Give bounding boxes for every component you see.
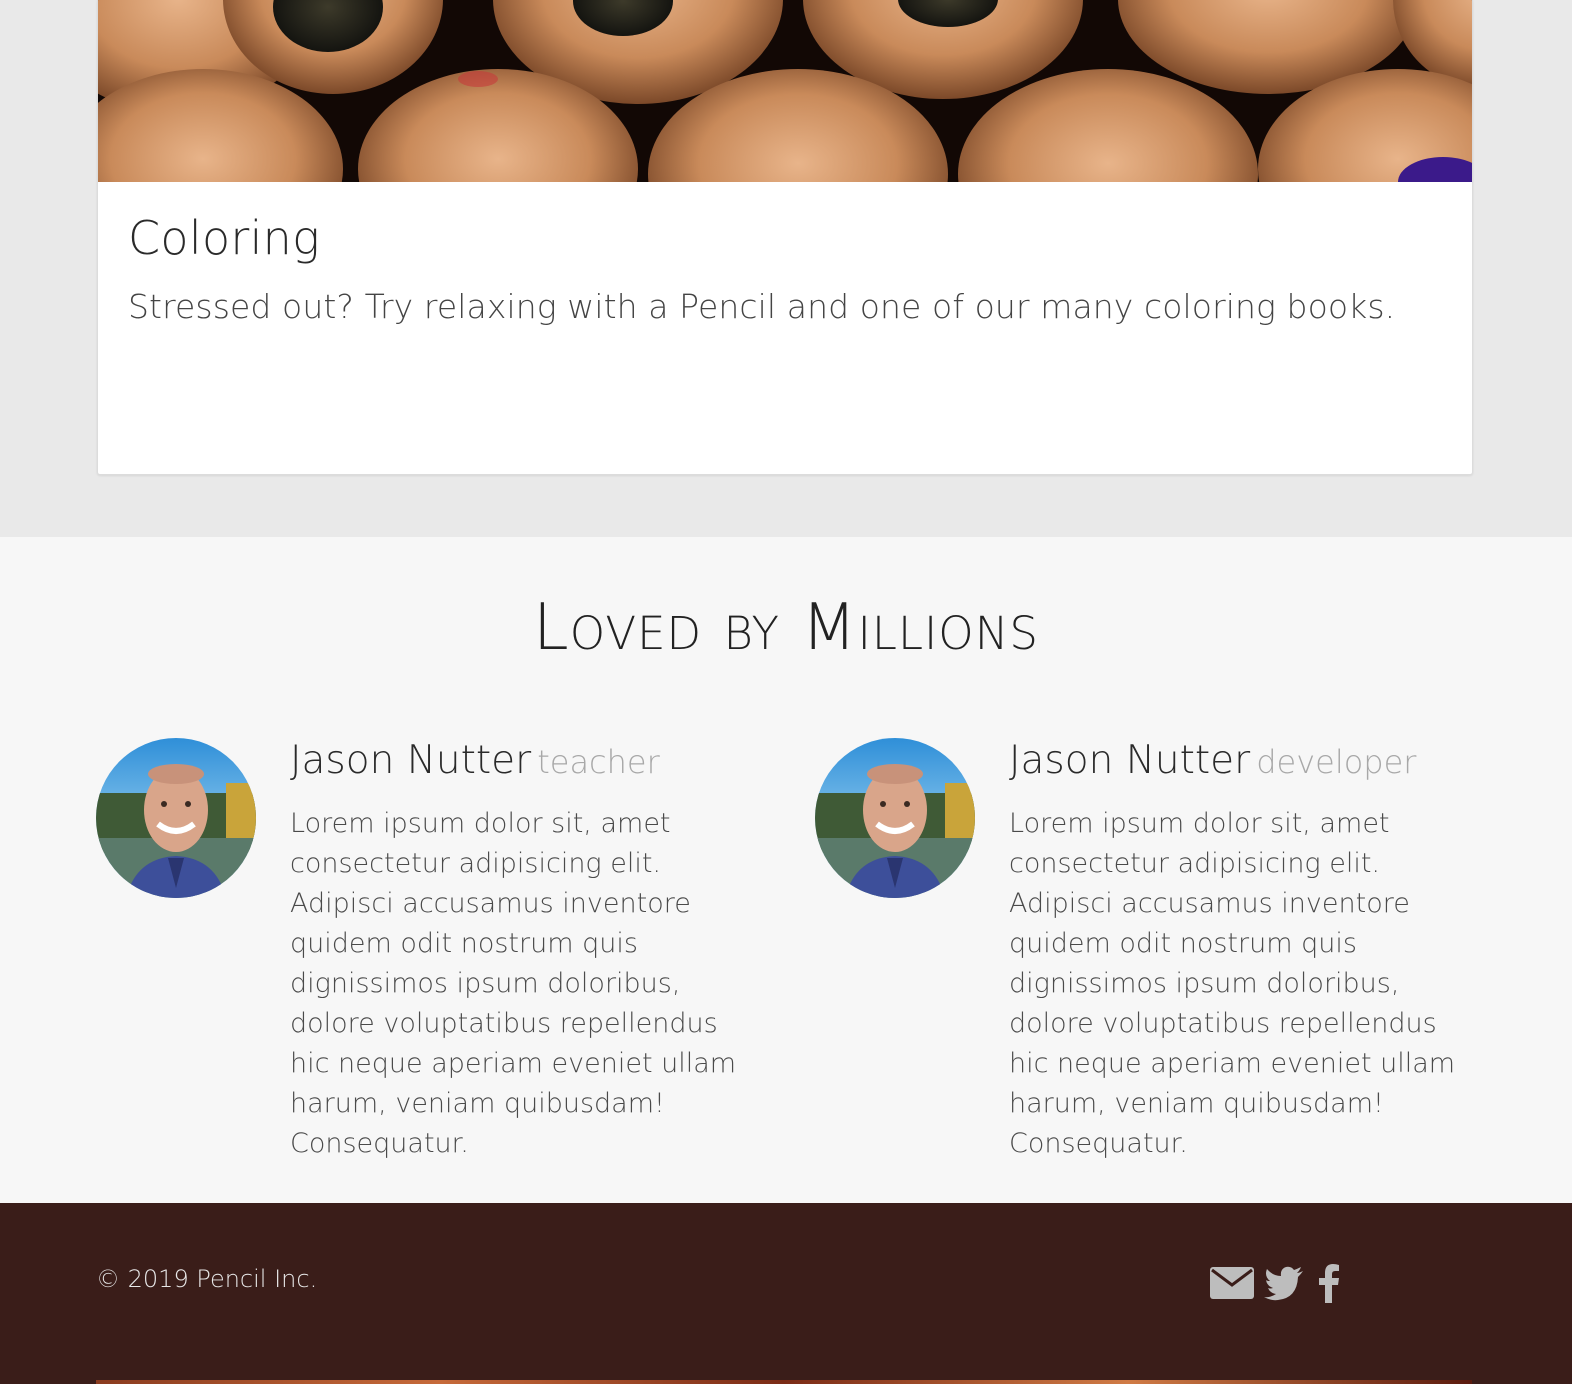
copyright-text: © 2019 Pencil Inc. bbox=[96, 1265, 318, 1293]
avatar bbox=[96, 738, 256, 898]
testimonial-text: Lorem ipsum dolor sit, amet consectetur … bbox=[290, 808, 737, 1159]
person-name-row: Jason Nutter teacher bbox=[290, 738, 660, 783]
card-description: Stressed out? Try relaxing with a Pencil… bbox=[128, 287, 1396, 326]
social-links bbox=[1210, 1263, 1342, 1307]
facebook-icon[interactable] bbox=[1314, 1263, 1342, 1307]
section-heading: Loved by Millions bbox=[533, 591, 1039, 665]
pencils-image bbox=[98, 0, 1472, 182]
footer: © 2019 Pencil Inc. bbox=[0, 1203, 1572, 1384]
person-role: teacher bbox=[537, 743, 660, 781]
person-name: Jason Nutter bbox=[290, 738, 532, 783]
person-name-row: Jason Nutter developer bbox=[1009, 738, 1416, 783]
envelope-icon[interactable] bbox=[1210, 1265, 1254, 1305]
bottom-strip bbox=[96, 1380, 1472, 1384]
person-role: developer bbox=[1256, 743, 1417, 781]
twitter-icon[interactable] bbox=[1264, 1265, 1304, 1305]
person-name: Jason Nutter bbox=[1009, 738, 1251, 783]
testimonials-section: Loved by Millions Jason Nutter teacher L… bbox=[0, 537, 1572, 1203]
testimonial-text: Lorem ipsum dolor sit, amet consectetur … bbox=[1009, 808, 1456, 1159]
features-section: Coloring Stressed out? Try relaxing with… bbox=[0, 0, 1572, 537]
card-title: Coloring bbox=[128, 211, 321, 265]
card-image bbox=[98, 0, 1472, 182]
avatar bbox=[815, 738, 975, 898]
feature-card-coloring: Coloring Stressed out? Try relaxing with… bbox=[97, 0, 1473, 475]
